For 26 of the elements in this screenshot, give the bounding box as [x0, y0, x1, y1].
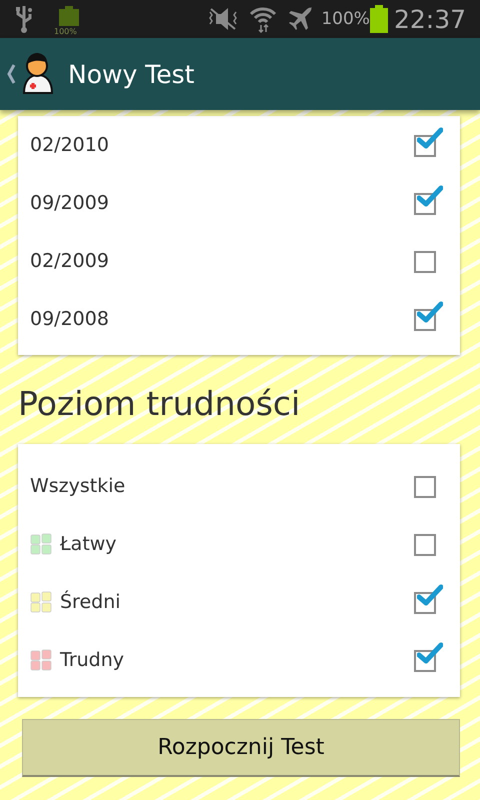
option-label: Średni: [60, 591, 122, 613]
option-label: Łatwy: [60, 533, 118, 555]
doctor-icon: [22, 53, 54, 95]
option-label: Trudny: [60, 649, 126, 671]
checkbox[interactable]: [414, 301, 444, 331]
battery-percentage: 100%: [321, 9, 370, 29]
start-test-button[interactable]: Rozpocznij Test: [22, 719, 460, 777]
screen-title: Nowy Test: [68, 60, 194, 88]
checkbox[interactable]: [414, 185, 444, 215]
battery-icon: [59, 6, 79, 26]
usb-icon: [14, 4, 34, 34]
option-label: Wszystkie: [30, 475, 126, 497]
option-label: 09/2008: [30, 308, 110, 330]
battery-icon: [370, 5, 388, 33]
option-label: 02/2010: [30, 134, 110, 156]
checkbox[interactable]: [414, 584, 444, 614]
battery-label: 100%: [54, 27, 77, 36]
checkbox[interactable]: [414, 127, 444, 157]
mute-icon: [207, 6, 240, 32]
clock: 22:37: [394, 4, 466, 34]
back-icon[interactable]: [6, 63, 16, 85]
checkbox[interactable]: [414, 642, 444, 672]
wifi-icon: [249, 5, 278, 33]
section-heading: Poziom trudności: [18, 383, 302, 425]
option-label: 02/2009: [30, 250, 110, 272]
option-label: 09/2009: [30, 192, 110, 214]
